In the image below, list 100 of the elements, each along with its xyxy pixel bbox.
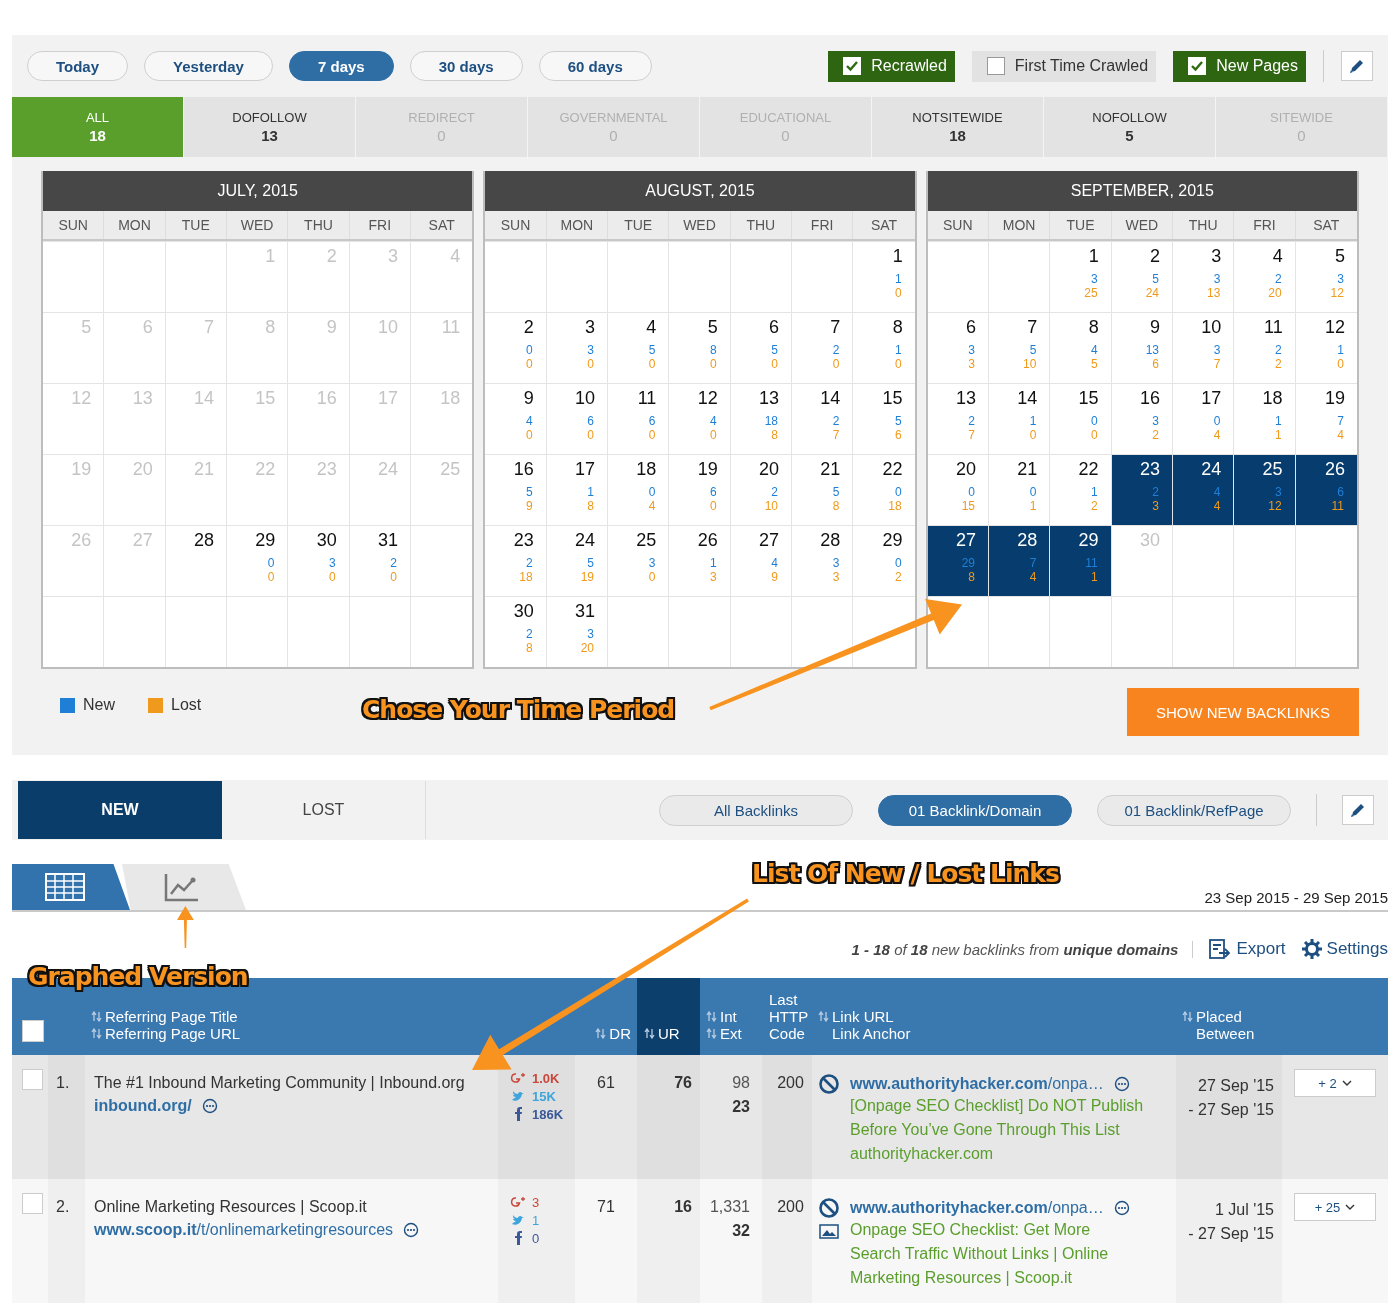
day-cell[interactable]: 9 13 6	[1111, 313, 1173, 383]
period-button[interactable]: 60 days	[538, 51, 652, 81]
day-cell[interactable]: 30 3 0	[288, 526, 350, 596]
day-cell[interactable]: 24 5 19	[546, 526, 608, 596]
crawl-filter[interactable]: First Time Crawled	[971, 50, 1157, 82]
day-cell[interactable]: 5 8 0	[669, 313, 731, 383]
column-header[interactable]: HTTP	[769, 1008, 809, 1025]
day-cell[interactable]: 12 4 0	[669, 384, 731, 454]
day-cell[interactable]: 10 6 0	[546, 384, 608, 454]
page-url-link[interactable]: www.scoop.it/t/onlinemarketingresources	[94, 1221, 394, 1239]
day-cell[interactable]: 11 2 2	[1234, 313, 1296, 383]
day-cell[interactable]: 26 6 11	[1295, 455, 1357, 525]
edit-button[interactable]	[1342, 795, 1374, 825]
day-cell[interactable]: 18 0 4	[608, 455, 670, 525]
day-cell[interactable]: 6 5 0	[730, 313, 792, 383]
day-cell[interactable]: 22 0 18	[853, 455, 915, 525]
day-cell[interactable]: 11 6 0	[608, 384, 670, 454]
grouping-button[interactable]: All Backlinks	[659, 794, 853, 826]
export-button[interactable]: Export	[1205, 939, 1286, 959]
link-url[interactable]: www.authorityhacker.com/onpa…	[850, 1199, 1104, 1217]
period-button[interactable]: 7 days	[288, 51, 394, 81]
day-cell[interactable]: 20 2 10	[730, 455, 792, 525]
day-cell[interactable]: 27 4 9	[730, 526, 792, 596]
column-header[interactable]: Referring Page Title	[105, 1008, 238, 1025]
edit-button[interactable]	[1341, 51, 1373, 81]
day-cell[interactable]: 29 11 1	[1050, 526, 1112, 596]
day-cell[interactable]: 9 4 0	[485, 384, 547, 454]
day-cell[interactable]: 15 0 0	[1050, 384, 1112, 454]
day-cell[interactable]: 17 0 4	[1173, 384, 1235, 454]
crawl-filter[interactable]: New Pages	[1173, 50, 1306, 82]
day-cell[interactable]: 4 5 0	[608, 313, 670, 383]
day-cell[interactable]: 25 3 12	[1234, 455, 1296, 525]
day-cell[interactable]: 10 3 7	[1173, 313, 1235, 383]
day-cell[interactable]: 8 4 5	[1050, 313, 1112, 383]
expand-button[interactable]: + 25	[1294, 1193, 1376, 1221]
day-cell[interactable]: 28 7 4	[989, 526, 1051, 596]
day-cell[interactable]: 13 18 8	[730, 384, 792, 454]
day-cell[interactable]: 28 3 3	[792, 526, 854, 596]
column-header[interactable]: Between	[1196, 1025, 1255, 1042]
day-cell[interactable]: 18 1 1	[1234, 384, 1296, 454]
result-tab[interactable]: NEW	[18, 781, 222, 839]
day-cell[interactable]: 16 5 9	[485, 455, 547, 525]
day-cell[interactable]: 5 3 12	[1295, 242, 1357, 312]
day-cell[interactable]: 15 5 6	[853, 384, 915, 454]
day-cell[interactable]: 1 3 25	[1050, 242, 1112, 312]
day-cell[interactable]: 17 1 8	[546, 455, 608, 525]
day-cell[interactable]: 27 29 8	[927, 526, 989, 596]
day-cell[interactable]: 29 0 2	[853, 526, 915, 596]
day-cell[interactable]: 3 3 13	[1173, 242, 1235, 312]
day-cell[interactable]: 8 1 0	[853, 313, 915, 383]
day-cell[interactable]: 24 4 4	[1173, 455, 1235, 525]
view-tab[interactable]	[12, 864, 130, 910]
grouping-button[interactable]: 01 Backlink/Domain	[878, 794, 1072, 826]
day-cell[interactable]: 1 1 0	[853, 242, 915, 312]
column-header[interactable]: DR	[609, 1025, 631, 1042]
column-header[interactable]: Placed	[1196, 1008, 1242, 1025]
day-cell[interactable]: 22 1 2	[1050, 455, 1112, 525]
column-header[interactable]: Last	[769, 991, 798, 1008]
period-button[interactable]: Today	[27, 51, 129, 81]
day-cell[interactable]: 3 3 0	[546, 313, 608, 383]
day-cell[interactable]: 16 3 2	[1111, 384, 1173, 454]
column-header[interactable]: Code	[769, 1025, 805, 1042]
day-cell[interactable]: 19 6 0	[669, 455, 731, 525]
column-header[interactable]: Referring Page URL	[105, 1025, 241, 1042]
grouping-button[interactable]: 01 Backlink/RefPage	[1097, 794, 1291, 826]
day-cell[interactable]: 14 1 0	[989, 384, 1051, 454]
column-header[interactable]: Link URL	[832, 1008, 894, 1025]
day-cell[interactable]: 25 3 0	[608, 526, 670, 596]
day-cell[interactable]: 23 2 18	[485, 526, 547, 596]
settings-button[interactable]: Settings	[1297, 939, 1388, 959]
column-header[interactable]: UR	[658, 1025, 680, 1042]
period-button[interactable]: 30 days	[409, 51, 523, 81]
checkbox[interactable]	[986, 57, 1005, 75]
view-tab[interactable]	[122, 864, 246, 910]
day-cell[interactable]: 21 5 8	[792, 455, 854, 525]
crawl-filter[interactable]: Recrawled	[828, 50, 955, 82]
row-checkbox[interactable]	[22, 1069, 43, 1090]
day-cell[interactable]: 4 2 20	[1234, 242, 1296, 312]
row-checkbox[interactable]	[22, 1193, 43, 1214]
day-cell[interactable]: 2 5 24	[1111, 242, 1173, 312]
day-cell[interactable]: 28	[165, 526, 227, 596]
day-cell[interactable]: 19 7 4	[1295, 384, 1357, 454]
page-url-link[interactable]: inbound.org/	[94, 1097, 192, 1115]
day-cell[interactable]: 23 2 3	[1111, 455, 1173, 525]
day-cell[interactable]: 21 0 1	[989, 455, 1051, 525]
day-cell[interactable]: 30 2 8	[485, 597, 547, 667]
day-cell[interactable]: 31 3 20	[546, 597, 608, 667]
result-tab[interactable]: LOST	[222, 781, 426, 839]
column-header[interactable]: Ext	[720, 1025, 742, 1042]
day-cell[interactable]: 31 2 0	[349, 526, 411, 596]
day-cell[interactable]: 7 5 10	[989, 313, 1051, 383]
day-cell[interactable]: 29 0 0	[227, 526, 289, 596]
select-all-checkbox[interactable]	[22, 1020, 44, 1042]
day-cell[interactable]: 13 2 7	[927, 384, 989, 454]
day-cell[interactable]: 7 2 0	[792, 313, 854, 383]
column-header[interactable]: Link Anchor	[832, 1025, 911, 1042]
day-cell[interactable]: 20 0 15	[927, 455, 989, 525]
day-cell[interactable]: 12 1 0	[1295, 313, 1357, 383]
expand-button[interactable]: + 2	[1294, 1069, 1376, 1097]
day-cell[interactable]: 26 1 3	[669, 526, 731, 596]
